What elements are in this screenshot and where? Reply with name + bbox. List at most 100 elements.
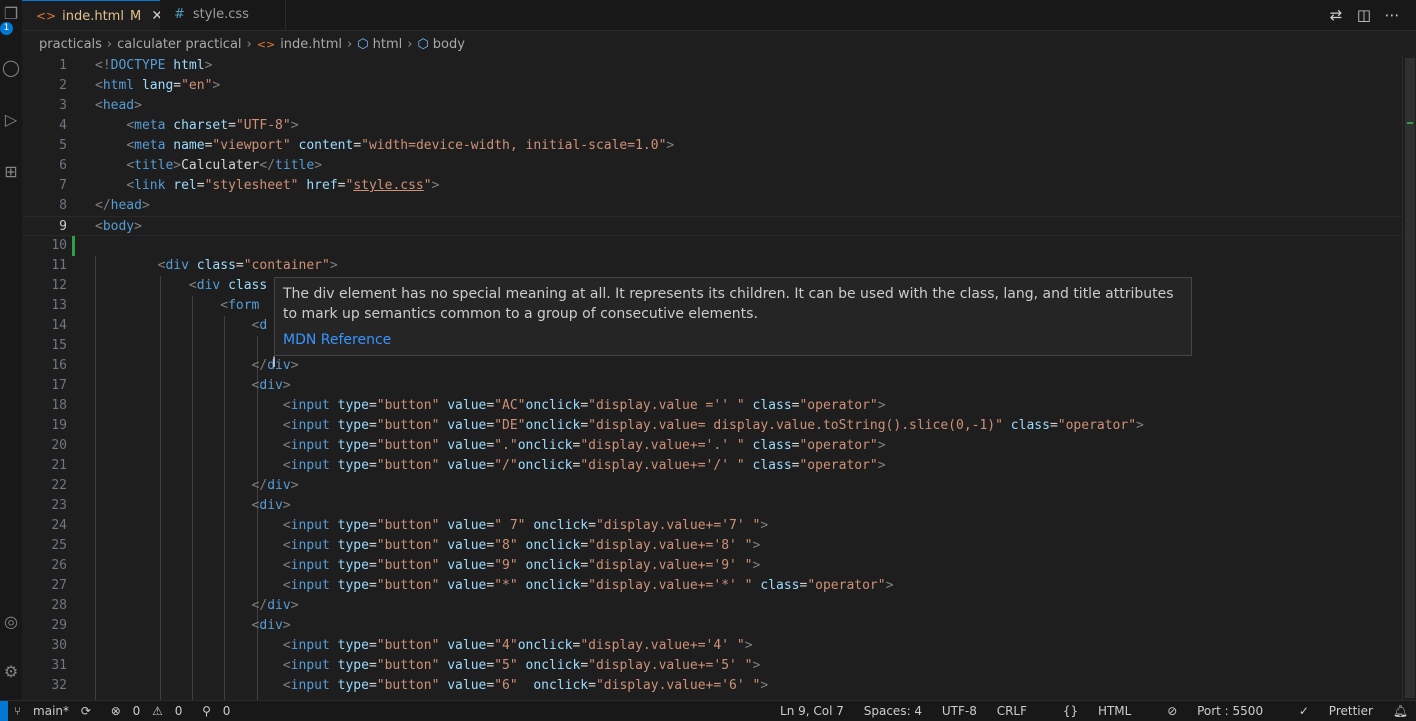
code-token: > bbox=[877, 438, 886, 453]
code-line[interactable]: 16 </div> bbox=[22, 356, 1402, 376]
code-token: </ bbox=[251, 598, 268, 613]
tab-inde-html[interactable]: <> inde.html M ✕ bbox=[22, 0, 163, 30]
code-token: d bbox=[259, 318, 268, 333]
ports-item[interactable]: ⚲ 0 bbox=[202, 704, 238, 718]
scrollbar-thumb[interactable] bbox=[1405, 58, 1415, 698]
tab-style-css[interactable]: # style.css bbox=[160, 0, 286, 30]
code-line[interactable]: 2 <html lang="en"> bbox=[22, 76, 1402, 96]
line-number: 17 bbox=[51, 378, 67, 393]
mdn-reference-link[interactable]: MDN Reference bbox=[283, 332, 391, 348]
breadcrumb-item[interactable]: html bbox=[373, 37, 403, 52]
code-token: meta bbox=[134, 118, 166, 133]
code-line[interactable]: 31 <input type="button" value="5" onclic… bbox=[22, 656, 1402, 676]
code-token: style.css bbox=[353, 178, 424, 193]
prettier-status[interactable]: ✓ Prettier bbox=[1283, 704, 1373, 718]
code-line[interactable]: 4 <meta charset="UTF-8"> bbox=[22, 116, 1402, 136]
code-line[interactable]: 25 <input type="button" value="8" onclic… bbox=[22, 536, 1402, 556]
code-token: "*" bbox=[494, 578, 518, 593]
code-token: class bbox=[760, 578, 800, 593]
code-line[interactable]: 18 <input type="button" value="AC"onclic… bbox=[22, 396, 1402, 416]
code-line[interactable]: 9 <body> bbox=[22, 216, 1402, 236]
code-editor[interactable]: 1 <!DOCTYPE html> 2 <html lang="en"> 3 <head>… bbox=[22, 56, 1402, 700]
settings-gear-icon[interactable]: ⚙ bbox=[0, 658, 22, 686]
code-line[interactable]: 17 <div> bbox=[22, 376, 1402, 396]
run-debug-icon[interactable]: ▷ bbox=[0, 106, 22, 134]
code-line[interactable]: 27 <input type="button" value="*" onclic… bbox=[22, 576, 1402, 596]
encoding[interactable]: UTF-8 bbox=[942, 704, 977, 718]
branch-item[interactable]: ⑂ main* ⟳ bbox=[14, 704, 99, 718]
code-token: "display.value+='8' " bbox=[588, 538, 753, 553]
live-server-port[interactable]: ⊘ Port : 5500 bbox=[1151, 704, 1263, 718]
code-line[interactable]: 5 <meta name="viewport" content="width=d… bbox=[22, 136, 1402, 156]
code-token: > bbox=[134, 98, 142, 113]
problems-item[interactable]: ⊗ 0 ⚠ 0 bbox=[111, 704, 191, 718]
extensions-icon[interactable]: ⊞ bbox=[0, 158, 22, 186]
symbol-element-icon: ⬡ bbox=[417, 37, 429, 52]
line-number: 27 bbox=[51, 578, 67, 593]
indentation[interactable]: Spaces: 4 bbox=[864, 704, 922, 718]
code-line[interactable]: 29 <div> bbox=[22, 616, 1402, 636]
language-label: HTML bbox=[1097, 704, 1132, 718]
line-number: 2 bbox=[59, 78, 67, 93]
code-line[interactable]: 32 <input type="button" value="6" onclic… bbox=[22, 676, 1402, 696]
code-line[interactable]: 6 <title>Calculater</title> bbox=[22, 156, 1402, 176]
line-number: 29 bbox=[51, 618, 67, 633]
code-line[interactable]: 11 <div class="container"> bbox=[22, 256, 1402, 276]
code-line[interactable]: 28 </div> bbox=[22, 596, 1402, 616]
vertical-scrollbar[interactable] bbox=[1402, 56, 1416, 700]
code-line[interactable]: 30 <input type="button" value="4"onclick… bbox=[22, 636, 1402, 656]
code-line[interactable]: 20 <input type="button" value="."onclick… bbox=[22, 436, 1402, 456]
editor-actions: ⇄ ◫ ⋯ bbox=[1322, 0, 1406, 30]
notifications-bell-icon[interactable]: 🔔︎ bbox=[1393, 704, 1408, 718]
more-actions-icon[interactable]: ⋯ bbox=[1378, 0, 1406, 30]
tab-bar: <> inde.html M ✕ # style.css ⇄ ◫ ⋯ bbox=[22, 0, 1416, 31]
code-token: > bbox=[314, 158, 323, 173]
code-line[interactable]: 22 </div> bbox=[22, 476, 1402, 496]
code-line[interactable]: 19 <input type="button" value="DE"onclic… bbox=[22, 416, 1402, 436]
code-token: "6" bbox=[494, 678, 518, 693]
code-token: <! bbox=[95, 58, 111, 73]
line-endings[interactable]: CRLF bbox=[997, 704, 1027, 718]
breadcrumb-item[interactable]: inde.html bbox=[280, 37, 342, 52]
breadcrumb-item[interactable]: body bbox=[433, 37, 465, 52]
block-icon: ⊘ bbox=[1167, 704, 1178, 718]
code-line[interactable]: 23 <div> bbox=[22, 496, 1402, 516]
language-mode[interactable]: {} HTML bbox=[1047, 704, 1132, 718]
code-token: > bbox=[212, 78, 221, 93]
code-line[interactable]: 7 <link rel="stylesheet" href="style.css… bbox=[22, 176, 1402, 196]
code-line[interactable]: 24 <input type="button" value=" 7" oncli… bbox=[22, 516, 1402, 536]
code-line[interactable]: 10 bbox=[22, 236, 1402, 256]
code-text: <input type="button" value="AC"onclick="… bbox=[95, 396, 886, 416]
code-token: div bbox=[196, 278, 221, 293]
code-line[interactable]: 26 <input type="button" value="9" onclic… bbox=[22, 556, 1402, 576]
code-token: = bbox=[368, 538, 377, 553]
remote-indicator[interactable] bbox=[0, 701, 8, 721]
code-line[interactable]: 8 </head> bbox=[22, 196, 1402, 216]
sync-icon[interactable]: ⟳ bbox=[81, 704, 91, 718]
split-editor-icon[interactable]: ◫ bbox=[1350, 0, 1378, 30]
code-line[interactable]: 21 <input type="button" value="/"onclick… bbox=[22, 456, 1402, 476]
compare-changes-icon[interactable]: ⇄ bbox=[1322, 0, 1350, 30]
breadcrumb-item[interactable]: calculater practical bbox=[117, 37, 241, 52]
account-icon[interactable]: ◎ bbox=[0, 608, 22, 636]
line-number: 23 bbox=[51, 498, 67, 513]
code-token: body bbox=[102, 219, 135, 234]
code-token: "button" bbox=[376, 638, 440, 653]
code-line[interactable]: 3 <head> bbox=[22, 96, 1402, 116]
breadcrumb-item[interactable]: practicals bbox=[39, 37, 102, 52]
code-token: onclick bbox=[525, 658, 581, 673]
search-icon[interactable]: ◯ bbox=[0, 54, 22, 82]
code-token: type bbox=[337, 438, 369, 453]
code-line[interactable]: 1 <!DOCTYPE html> bbox=[22, 56, 1402, 76]
code-token: "button" bbox=[376, 418, 440, 433]
code-token: </ bbox=[259, 158, 276, 173]
code-token: "button" bbox=[376, 438, 440, 453]
code-token: "display.value+='7' " bbox=[595, 518, 761, 533]
cursor-position[interactable]: Ln 9, Col 7 bbox=[780, 704, 844, 718]
code-token: > bbox=[752, 538, 761, 553]
